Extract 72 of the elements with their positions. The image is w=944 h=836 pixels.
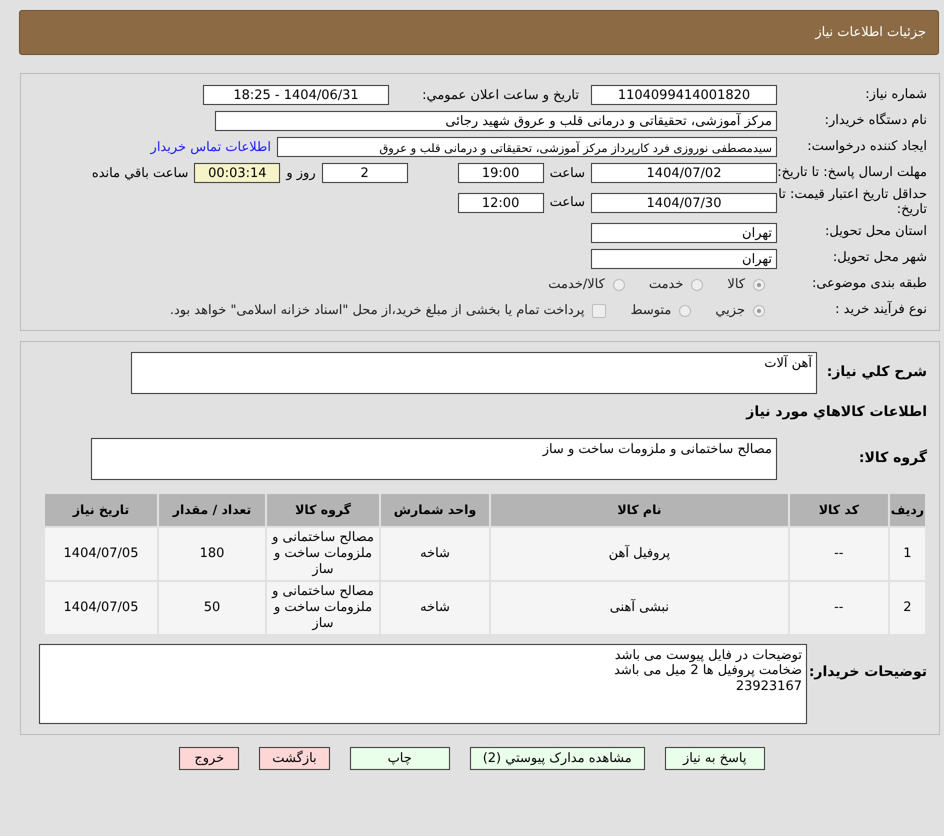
radio-button[interactable] (691, 278, 704, 291)
radio-label: جزيي (715, 303, 745, 318)
table-cell: -- (788, 526, 889, 581)
action-button[interactable]: خروج (179, 746, 240, 770)
validity-date-field: 1404/07/30 (591, 192, 777, 213)
time-label: ساعت (548, 195, 586, 210)
buyer-field: مرکز آموزشی، تحقیقاتی و درمانی قلب و عروق شهید رجائی (215, 111, 777, 131)
deadline-date-field: 1404/07/02 (591, 163, 777, 183)
validity-time-field: 12:00 (458, 192, 544, 213)
remaining-label: ساعت باقي مانده (90, 166, 190, 180)
column-header: تاریخ نیاز (44, 492, 158, 527)
table-cell: پروفیل آهن (490, 526, 789, 581)
field-label: نوع فرآیند خرید : (834, 303, 927, 318)
announce-date-field: 1404/06/31 - 18:25 (203, 85, 389, 105)
radio-button[interactable] (612, 278, 625, 291)
checkbox[interactable] (592, 304, 606, 318)
column-header: تعداد / مقدار (158, 492, 266, 527)
remaining-time-field: 00:03:14 (194, 163, 280, 183)
table-cell: 180 (158, 526, 266, 581)
time-label: ساعت (548, 166, 586, 180)
action-button[interactable]: بازگشت (259, 746, 330, 770)
column-header: نام کالا (490, 492, 789, 527)
field-label: شماره نیاز: (864, 88, 927, 102)
column-header: واحد شمارش (380, 492, 490, 527)
table-cell: -- (788, 580, 889, 635)
table-cell: 50 (158, 580, 266, 635)
action-button[interactable]: پاسخ به نیاز (664, 746, 765, 770)
buyer-contact-link[interactable]: اطلاعات تماس خریدار (150, 140, 271, 154)
table-cell: 1 (888, 526, 926, 581)
need-number-field: 1104099414001820 (591, 85, 777, 105)
checkbox-label: پرداخت تمام یا بخشی از مبلغ خرید،از محل "اسناد خزانه اسلامی" خواهد بود. (170, 303, 584, 318)
table-cell: 1404/07/05 (44, 526, 158, 581)
table-cell: شاخه (380, 580, 490, 635)
radio-button[interactable] (679, 304, 692, 317)
field-label: نام دستگاه خریدار: (824, 114, 927, 128)
goods-group-field: مصالح ساختمانی و ملزومات ساخت و ساز (91, 438, 777, 480)
table-cell: 1404/07/05 (44, 580, 158, 635)
page-title: جزئیات اطلاعات نیاز (815, 25, 926, 40)
radio-label: كالا (727, 277, 745, 292)
table-cell: مصالح ساختمانی و ملزومات ساخت و ساز (266, 526, 380, 581)
column-header: ردیف (888, 492, 926, 527)
section-heading: اطلاعات کالاهاي مورد نیاز (744, 402, 927, 422)
requester-field: سیدمصطفی نوروزی فرد کارپرداز مرکز آموزشی، تحقیقاتی و درمانی قلب و عروق (277, 137, 777, 157)
table-cell: مصالح ساختمانی و ملزومات ساخت و ساز (266, 580, 380, 635)
action-button[interactable]: مشاهده مدارک پیوستي (2) (470, 746, 645, 770)
radio-label: متوسط (630, 303, 672, 318)
field-label: حداقل تاریخ اعتبار قیمت: تا تاریخ: (777, 188, 927, 218)
field-label: توضیحات خریدار: (808, 662, 927, 680)
table-cell: 2 (888, 580, 926, 635)
radio-label: خدمت (648, 277, 684, 292)
field-label: شرح کلي نیاز: (826, 362, 927, 380)
column-header: کد کالا (788, 492, 889, 527)
field-label: گروه کالا: (858, 448, 927, 466)
table-cell: شاخه (380, 526, 490, 581)
table-cell: نبشی آهنی (490, 580, 789, 635)
field-label: شهر محل تحویل: (832, 251, 927, 266)
field-label: طبقه بندی موضوعی: (810, 277, 927, 292)
field-label: استان محل تحویل: (824, 225, 927, 240)
action-button[interactable]: چاپ (350, 746, 450, 770)
field-label: مهلت ارسال پاسخ: تا تاریخ: (777, 166, 927, 180)
description-field: آهن آلات (131, 352, 817, 394)
field-label: تاریخ و ساعت اعلان عمومي: (421, 88, 580, 102)
province-field: تهران (591, 222, 777, 243)
column-header: گروه کالا (266, 492, 380, 527)
radio-label: كالا/خدمت (548, 277, 605, 292)
radio-button[interactable] (753, 278, 765, 291)
city-field: تهران (591, 248, 777, 269)
days-field: 2 (322, 163, 408, 183)
deadline-time-field: 19:00 (458, 163, 544, 183)
field-label: ایجاد کننده درخواست: (806, 140, 927, 154)
radio-button[interactable] (753, 304, 765, 317)
days-label: روز و (284, 166, 317, 180)
